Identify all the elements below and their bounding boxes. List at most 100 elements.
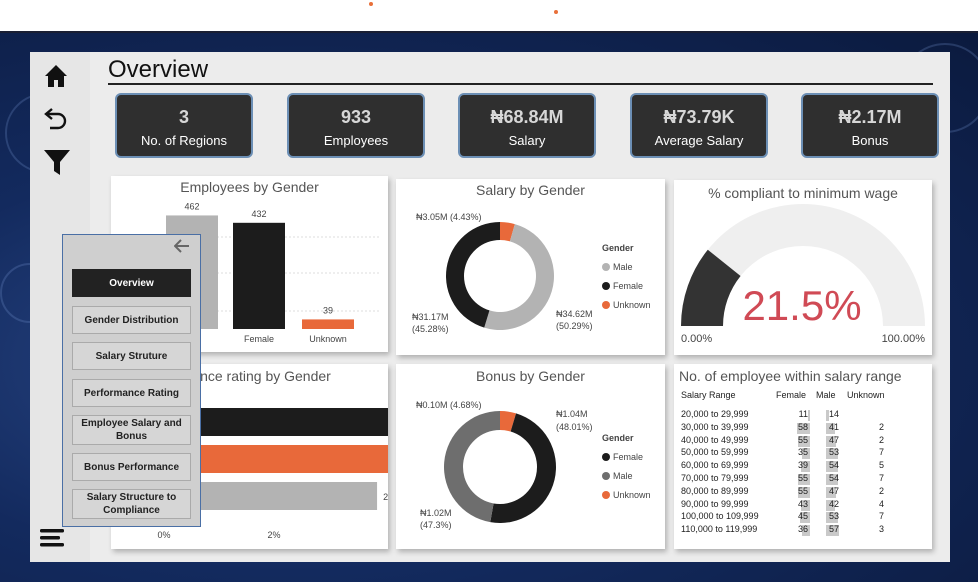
table-row: 20,000 to 29,999 11 14: [681, 409, 901, 422]
female-cell: 58: [797, 421, 808, 432]
legend-label: Female: [613, 452, 643, 462]
kpi-card-salary: ₦68.84M Salary: [458, 93, 596, 158]
slice-label: ₦0.10M (4.68%): [416, 400, 482, 410]
nav-button-overview[interactable]: Overview: [72, 269, 191, 297]
slice-label: (48.01%): [556, 422, 593, 432]
kpi-value: 933: [340, 107, 372, 127]
compliance-gauge: 21.5% 0.00% 100.00%: [681, 204, 925, 345]
male-cell: 54: [829, 473, 840, 483]
table-row: 80,000 to 89,999 55 47 2: [681, 486, 901, 499]
female-cell: 39: [797, 460, 808, 471]
table-row: 110,000 to 119,999 36 57 3: [681, 524, 901, 537]
range-cell: 90,000 to 99,999: [681, 498, 749, 509]
slice-label: ₦1.02M: [420, 508, 452, 518]
female-cell: 55: [797, 485, 808, 496]
arrow-left-icon[interactable]: [173, 239, 190, 258]
nav-button-employee-salary-bonus[interactable]: Employee Salary and Bonus: [72, 415, 191, 445]
column-header: Unknown: [847, 390, 885, 400]
nav-button-salary-compliance[interactable]: Salary Structure to Compliance: [72, 489, 191, 519]
unknown-cell: 4: [878, 498, 884, 509]
undo-icon[interactable]: [42, 103, 72, 133]
unknown-cell: 2: [878, 421, 884, 432]
male-cell: 47: [829, 485, 840, 496]
bonus-by-gender-card[interactable]: Bonus by Gender Gender Female Male Unknown ₦…: [396, 364, 665, 549]
kpi-card-bonus: ₦2.17M Bonus: [801, 93, 939, 158]
unknown-cell: 5: [878, 460, 884, 471]
table-row: 60,000 to 69,999 39 54 5: [681, 460, 901, 473]
legend-title: Gender: [602, 433, 634, 443]
legend-label: Unknown: [613, 490, 651, 500]
menu-icon[interactable]: [38, 524, 68, 554]
female-cell: 36: [797, 524, 808, 535]
unknown-cell: 2: [878, 434, 884, 445]
kpi-value: ₦2.17M: [838, 107, 902, 127]
compliance-gauge-card[interactable]: % compliant to minimum wage 21.5% 0.00% 10…: [674, 180, 932, 355]
page-title: Overview: [108, 56, 209, 83]
table-row: 50,000 to 59,999 35 53 7: [681, 447, 901, 460]
legend-label: Unknown: [613, 300, 651, 310]
bar-unknown: [302, 319, 354, 329]
table-row: 30,000 to 39,999 58 41 2: [681, 422, 901, 435]
legend-marker: [602, 472, 610, 480]
unknown-cell: 7: [878, 511, 884, 522]
slice-label: (47.3%): [420, 520, 452, 530]
nav-button-gender-distribution[interactable]: Gender Distribution: [72, 306, 191, 334]
female-cell: 45: [797, 511, 808, 522]
slice-label: (50.29%): [556, 321, 593, 331]
kpi-value: 3: [178, 107, 189, 127]
table-row: 40,000 to 49,999 55 47 2: [681, 435, 901, 448]
card-title: No. of employee within salary range: [679, 368, 902, 384]
home-icon[interactable]: [42, 62, 72, 92]
unknown-cell: 7: [878, 473, 884, 483]
legend-marker: [602, 263, 610, 271]
nav-button-bonus-performance[interactable]: Bonus Performance: [72, 453, 191, 481]
nav-button-salary-structure[interactable]: Salary Struture: [72, 342, 191, 370]
range-cell: 40,000 to 49,999: [681, 434, 749, 445]
salary-donut-chart: Gender Male Female Unknown ₦3.05M (4.43%) ₦34…: [412, 212, 651, 334]
slice-label: ₦34.62M: [556, 309, 593, 319]
female-cell: 55: [797, 434, 808, 445]
female-cell: 43: [797, 498, 808, 509]
male-cell: 53: [829, 447, 840, 458]
bar-value-label: 2.98%: [383, 492, 388, 502]
gauge-min-label: 0.00%: [681, 333, 712, 345]
legend-marker: [602, 453, 610, 461]
category-label: Female: [244, 334, 274, 344]
range-cell: 60,000 to 69,999: [681, 460, 749, 471]
table-row: 90,000 to 99,999 43 42 4: [681, 499, 901, 512]
category-label: Unknown: [309, 334, 347, 344]
kpi-label: Average Salary: [654, 133, 744, 148]
top-strip: [0, 0, 978, 33]
male-cell: 53: [829, 511, 840, 522]
range-cell: 100,000 to 109,999: [681, 511, 759, 522]
slice-male: [444, 411, 500, 523]
table-row: 70,000 to 79,999 55 54 7: [681, 473, 901, 486]
title-divider: [108, 83, 933, 85]
table-row: 100,000 to 109,999 45 53 7: [681, 511, 901, 524]
legend-marker: [602, 301, 610, 309]
nav-button-performance-rating[interactable]: Performance Rating: [72, 379, 191, 407]
male-cell: 47: [829, 434, 840, 445]
bonus-donut-chart: Gender Female Male Unknown ₦0.10M (4.68%) ₦1.…: [416, 400, 651, 530]
unknown-cell: 7: [878, 447, 884, 458]
column-header: Salary Range: [681, 390, 736, 400]
female-cell: 11: [798, 409, 808, 419]
male-cell: 41: [829, 421, 840, 432]
male-cell: 42: [829, 498, 840, 509]
legend-label: Male: [613, 471, 633, 481]
kpi-label: Bonus: [851, 133, 889, 148]
bar-value-label: 462: [184, 201, 199, 211]
bar-value-label: 432: [251, 209, 266, 219]
range-cell: 50,000 to 59,999: [681, 447, 749, 458]
range-cell: 20,000 to 29,999: [681, 409, 749, 419]
range-cell: 70,000 to 79,999: [681, 473, 749, 483]
filter-icon[interactable]: [42, 147, 72, 177]
salary-by-gender-card[interactable]: Salary by Gender Gender Male Female Unknown…: [396, 179, 665, 355]
male-cell: 57: [829, 524, 840, 535]
kpi-label: No. of Regions: [141, 133, 227, 148]
slice-label: ₦3.05M (4.43%): [416, 212, 482, 222]
male-cell: 54: [829, 460, 840, 471]
x-tick-label: 0%: [157, 530, 170, 540]
column-header: Male: [816, 390, 836, 400]
kpi-card-average-salary: ₦73.79K Average Salary: [630, 93, 768, 158]
